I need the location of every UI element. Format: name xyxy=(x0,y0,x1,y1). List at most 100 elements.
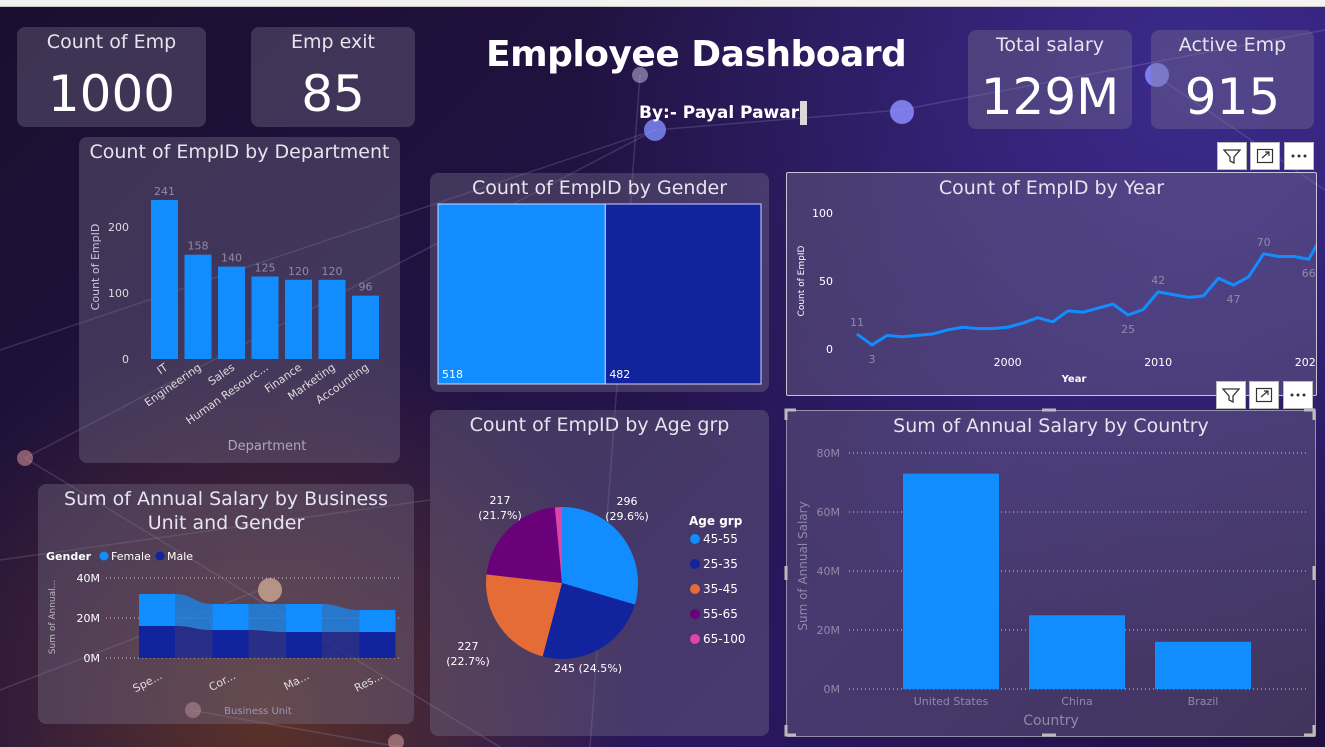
data-label: 42 xyxy=(1151,274,1165,287)
bar xyxy=(1155,641,1251,689)
legend-marker xyxy=(690,584,700,594)
kpi-label: Emp exit xyxy=(291,31,375,53)
x-tick-label: 2010 xyxy=(1144,356,1172,369)
chart-bu-card[interactable]: Sum of Annual Salary by Business Unit an… xyxy=(38,484,414,724)
data-label: 70 xyxy=(1257,236,1271,249)
bar xyxy=(184,254,212,359)
more-options-icon[interactable] xyxy=(1283,381,1313,409)
focus-mode-icon[interactable] xyxy=(1249,381,1279,409)
x-tick-label: Res... xyxy=(352,669,385,695)
bar xyxy=(251,276,279,359)
bar xyxy=(1029,615,1125,689)
y-tick-label: 50 xyxy=(819,275,833,288)
chart-gender: 518 482 xyxy=(437,203,762,385)
kpi-label: Active Emp xyxy=(1178,34,1287,56)
x-tick-label: Cor... xyxy=(207,669,238,694)
legend-label: 35-45 xyxy=(703,582,738,596)
y-axis-label: Sum of Annual... xyxy=(48,580,58,654)
y-tick-label: 20M xyxy=(77,612,101,625)
y-tick-label: 0 xyxy=(122,353,129,366)
data-label: 245 (24.5%) xyxy=(554,662,622,675)
data-label: 25 xyxy=(1121,323,1135,336)
bar xyxy=(285,279,312,359)
y-tick-label: 0 xyxy=(826,343,833,356)
data-label: 217 xyxy=(490,494,511,507)
ribbon-segment xyxy=(286,604,322,632)
ribbon-band xyxy=(248,604,286,632)
kpi-label: Total salary xyxy=(996,34,1104,56)
kpi-value: 129M xyxy=(980,68,1120,126)
kpi-total-salary[interactable]: Total salary 129M xyxy=(968,30,1132,129)
kpi-active-emp[interactable]: Active Emp 915 xyxy=(1151,30,1314,129)
filter-icon[interactable] xyxy=(1216,381,1246,409)
data-label: (21.7%) xyxy=(478,509,522,522)
chart-dept: 0 100 200 Count of EmpID 241 IT 158 Engineering… xyxy=(89,185,379,454)
legend-marker xyxy=(690,534,700,544)
kpi-value: 1000 xyxy=(47,65,176,123)
data-label: 227 xyxy=(458,640,479,653)
text-cursor xyxy=(800,101,807,125)
dashboard-title: Employee Dashboard xyxy=(486,34,907,75)
author-byline: By:- Payal Pawar xyxy=(639,103,800,123)
chart-bu: Gender Female Male 0M 20M 40M Sum of Annual...… xyxy=(46,550,402,717)
data-label: 482 xyxy=(609,368,630,381)
legend-label: 65-100 xyxy=(703,632,746,646)
legend-title: Age grp xyxy=(689,514,743,528)
y-tick-label: 60M xyxy=(817,506,841,519)
x-axis-label: Department xyxy=(228,439,307,454)
ribbon-band xyxy=(248,630,286,658)
x-tick-label: Engineering xyxy=(142,361,204,410)
legend-label: 25-35 xyxy=(703,557,738,571)
ribbon-band xyxy=(322,604,360,632)
y-axis-label: Sum of Annual Salary xyxy=(796,501,810,630)
chart-country-card[interactable]: Sum of Annual Salary by Country 0M 20M 40M… xyxy=(786,410,1316,737)
y-tick-label: 40M xyxy=(817,565,841,578)
kpi-count-emp[interactable]: Count of Emp 1000 xyxy=(17,27,206,127)
treemap-tile xyxy=(604,203,762,385)
x-axis-label: Year xyxy=(1061,374,1087,385)
x-tick-label: United States xyxy=(914,695,989,708)
y-tick-label: 20M xyxy=(817,624,841,637)
data-label: 518 xyxy=(442,368,463,381)
ribbon-segment xyxy=(286,632,322,658)
y-tick-label: 80M xyxy=(817,447,841,460)
chart-dept-card[interactable]: Count of EmpID by Department 0 100 200 Coun… xyxy=(79,137,400,463)
bar xyxy=(151,199,178,359)
data-label: 3 xyxy=(869,353,876,366)
filter-icon[interactable] xyxy=(1217,142,1247,170)
bar xyxy=(903,473,999,689)
legend-label: Female xyxy=(111,550,151,563)
series-line xyxy=(856,243,1316,347)
chart-age-card[interactable]: Count of EmpID by Age grp 296 (29.6%) 245 … xyxy=(430,410,769,736)
x-tick-label: Ma... xyxy=(282,669,312,693)
ribbon-segment xyxy=(212,630,249,658)
ribbon-band xyxy=(175,626,213,658)
data-label: 158 xyxy=(188,240,209,253)
chart-country: 0M 20M 40M 60M 80M Sum of Annual Salary United… xyxy=(796,447,1307,729)
ribbon-segment xyxy=(139,594,175,626)
kpi-emp-exit[interactable]: Emp exit 85 xyxy=(251,27,415,127)
data-label: 66 xyxy=(1302,267,1316,280)
x-tick-label: Brazil xyxy=(1188,695,1219,708)
x-tick-label: 2000 xyxy=(994,356,1022,369)
data-label: 11 xyxy=(850,316,864,329)
data-label: 125 xyxy=(255,262,276,275)
bar xyxy=(218,266,245,359)
ribbon-segment xyxy=(359,632,396,658)
y-tick-label: 200 xyxy=(108,221,129,234)
ribbon-band xyxy=(322,632,360,658)
legend-marker xyxy=(690,609,700,619)
legend-label: 45-55 xyxy=(703,532,738,546)
data-label: (29.6%) xyxy=(605,510,649,523)
chart-year-card[interactable]: Count of EmpID by Year 0 50 100 2000 2010 202… xyxy=(786,172,1317,396)
ribbon-segment xyxy=(359,610,396,632)
y-tick-label: 100 xyxy=(108,287,129,300)
data-label: 120 xyxy=(288,265,309,278)
treemap-tile xyxy=(437,203,606,385)
chart-gender-card[interactable]: Count of EmpID by Gender 518 482 xyxy=(430,173,769,392)
legend-marker xyxy=(690,559,700,569)
chart-age: 296 (29.6%) 245 (24.5%) 227 (22.7%) 217 (21.7%… xyxy=(446,494,746,675)
ribbon-band xyxy=(175,594,213,630)
more-options-icon[interactable] xyxy=(1284,142,1314,170)
focus-mode-icon[interactable] xyxy=(1250,142,1280,170)
